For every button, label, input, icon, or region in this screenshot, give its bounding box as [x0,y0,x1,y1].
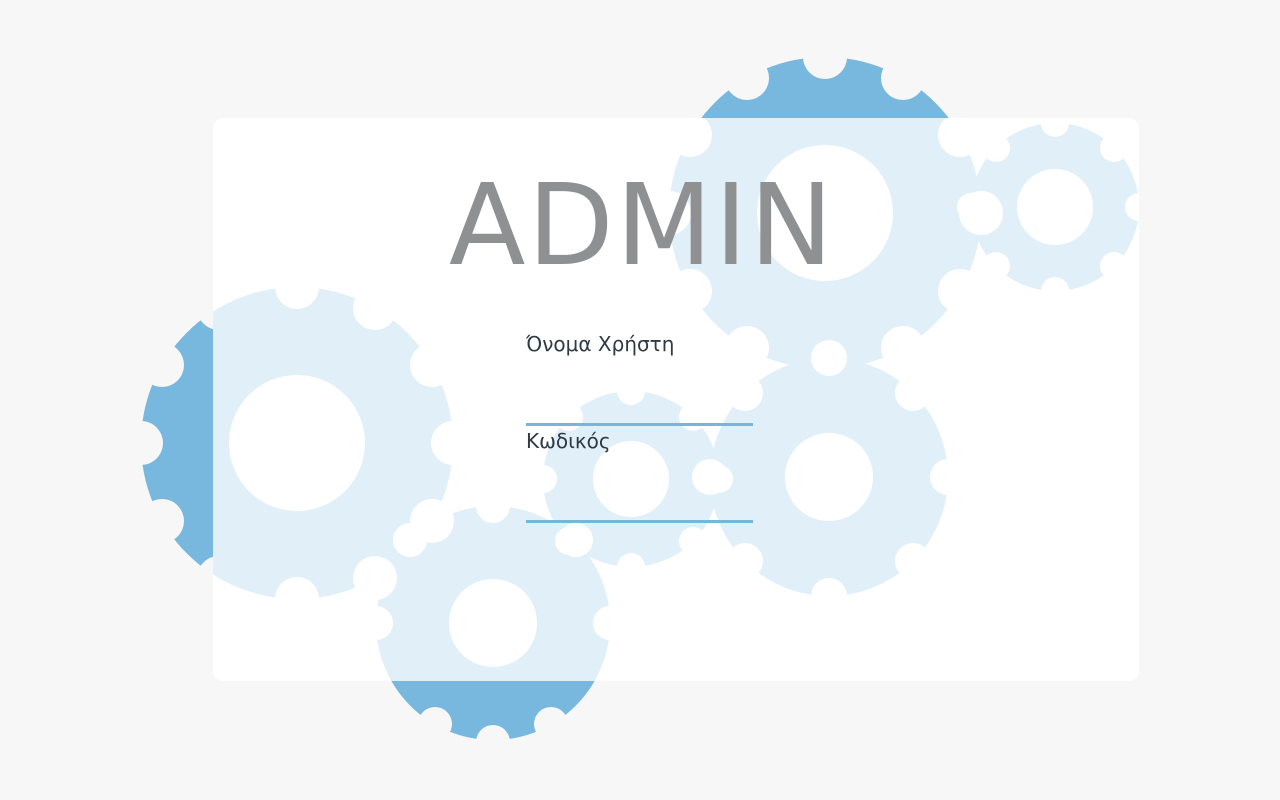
login-card: ADMIN Όνομα Χρήστη Κωδικός [213,118,1139,681]
username-input[interactable] [526,392,753,426]
password-label: Κωδικός [526,429,611,453]
login-screen: ADMIN Όνομα Χρήστη Κωδικός [0,0,1280,800]
username-field: Όνομα Χρήστη [526,332,753,426]
password-field: Κωδικός [526,429,753,523]
password-input[interactable] [526,489,753,523]
page-title: ADMIN [448,161,836,291]
username-label: Όνομα Χρήστη [526,332,675,356]
